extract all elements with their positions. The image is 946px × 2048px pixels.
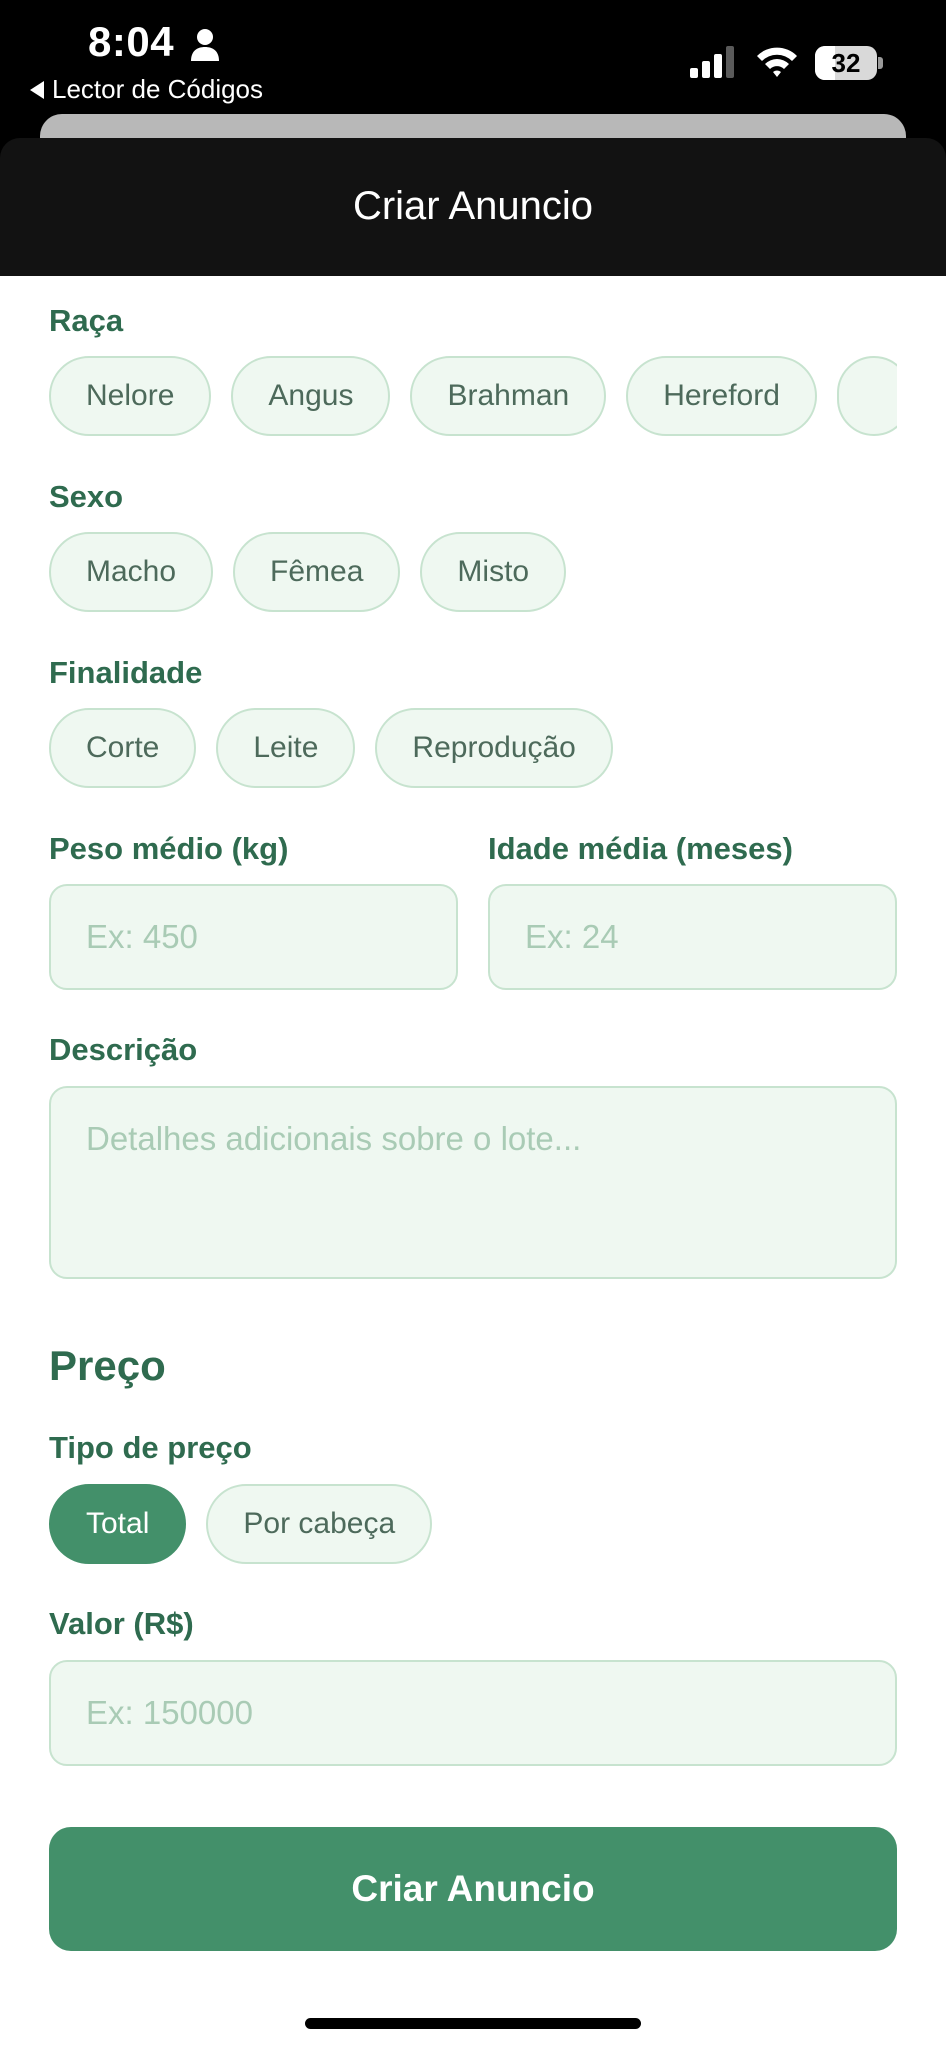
chip-sexo-femea[interactable]: Fêmea [233, 532, 401, 612]
modal-header: Criar Anuncio [0, 138, 946, 276]
chip-sexo-macho[interactable]: Macho [49, 532, 214, 612]
chip-finalidade-reproducao[interactable]: Reprodução [375, 708, 613, 788]
back-app-label: Lector de Códigos [52, 74, 264, 104]
preco-section-title: Preço [49, 1342, 166, 1389]
raca-label: Raça [49, 303, 124, 338]
status-time: 8:04 [88, 18, 175, 65]
signal-icon [690, 46, 734, 78]
sexo-label: Sexo [49, 479, 124, 514]
tipo-preco-options: Total Por cabeça [49, 1484, 897, 1564]
person-icon [191, 29, 219, 61]
idade-label: Idade média (meses) [488, 831, 793, 866]
idade-input[interactable] [488, 884, 897, 990]
battery-level: 32 [831, 48, 861, 78]
chip-preco-total[interactable]: Total [49, 1484, 187, 1564]
home-indicator [305, 2018, 641, 2029]
valor-input[interactable] [49, 1660, 897, 1766]
tipo-preco-label: Tipo de preço [49, 1430, 252, 1465]
descricao-textarea[interactable] [49, 1086, 897, 1279]
criar-anuncio-button[interactable]: Criar Anuncio [49, 1827, 897, 1951]
chip-raca-hereford[interactable]: Hereford [626, 356, 817, 436]
peso-input[interactable] [49, 884, 458, 990]
page-title: Criar Anuncio [352, 184, 594, 228]
battery-icon: 32 [815, 46, 883, 80]
back-arrow-icon [30, 80, 44, 99]
descricao-label: Descrição [49, 1032, 198, 1067]
wifi-icon [757, 47, 797, 77]
chip-raca-more[interactable] [836, 356, 897, 436]
raca-options: Nelore Angus Brahman Hereford [49, 356, 897, 436]
chip-raca-nelore[interactable]: Nelore [49, 356, 212, 436]
chip-raca-angus[interactable]: Angus [231, 356, 391, 436]
valor-label: Valor (R$) [49, 1606, 194, 1641]
finalidade-options: Corte Leite Reprodução [49, 708, 897, 788]
chip-raca-brahman[interactable]: Brahman [410, 356, 607, 436]
peso-label: Peso médio (kg) [49, 831, 289, 866]
finalidade-label: Finalidade [49, 655, 203, 690]
form-content: Raça Nelore Angus Brahman Hereford Sexo … [0, 276, 946, 2048]
chip-sexo-misto[interactable]: Misto [420, 532, 567, 612]
chip-preco-por-cabeca[interactable]: Por cabeça [206, 1484, 433, 1564]
chip-finalidade-leite[interactable]: Leite [216, 708, 356, 788]
chip-finalidade-corte[interactable]: Corte [49, 708, 197, 788]
sexo-options: Macho Fêmea Misto [49, 532, 897, 612]
back-to-app-link[interactable]: Lector de Códigos [30, 74, 263, 105]
